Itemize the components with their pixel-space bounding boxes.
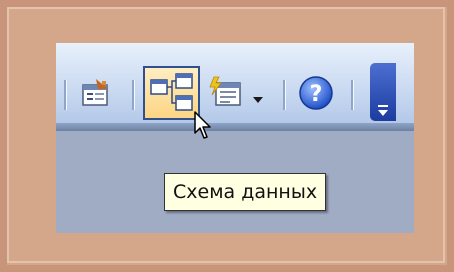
new-object-dropdown[interactable] bbox=[253, 90, 263, 103]
toolbar-options-button[interactable] bbox=[370, 63, 396, 121]
overflow-chevron-icon bbox=[378, 105, 388, 116]
new-object-button[interactable] bbox=[206, 73, 246, 113]
chevron-down-icon bbox=[253, 97, 263, 103]
tooltip: Схема данных bbox=[164, 173, 327, 211]
properties-button[interactable] bbox=[78, 75, 114, 111]
toolbar: ? bbox=[56, 43, 414, 131]
toolbar-separator bbox=[132, 80, 135, 110]
access-window: ? Схема данных bbox=[56, 43, 414, 233]
properties-icon bbox=[82, 79, 108, 106]
cursor-arrow-icon bbox=[194, 111, 211, 139]
toolbar-separator bbox=[351, 80, 354, 110]
toolbar-separator bbox=[64, 80, 67, 110]
toolbar-bottom-edge bbox=[56, 123, 414, 131]
help-icon: ? bbox=[299, 76, 333, 110]
toolbar-separator bbox=[283, 80, 286, 110]
help-label: ? bbox=[310, 82, 323, 107]
relationships-button[interactable] bbox=[143, 66, 200, 120]
relationships-icon bbox=[150, 73, 193, 111]
help-button[interactable]: ? bbox=[296, 73, 336, 113]
mouse-cursor bbox=[194, 111, 214, 146]
new-object-icon bbox=[209, 76, 241, 106]
